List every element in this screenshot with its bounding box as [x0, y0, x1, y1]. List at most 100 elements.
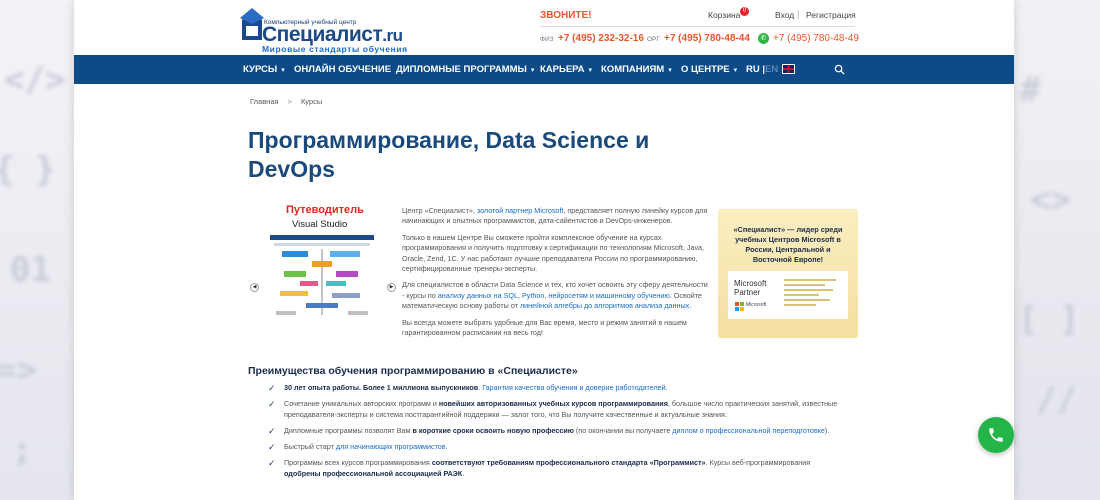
ms-line2: Partner [734, 288, 761, 297]
adv-text: . [665, 383, 668, 392]
phone-private[interactable]: +7 (495) 232-32-16 [558, 33, 644, 44]
background-right: # <> [ ] // [1014, 0, 1100, 500]
partner-card[interactable]: «Специалист» — лидер среди учебных Центр… [718, 209, 858, 338]
uk-flag-icon[interactable] [782, 64, 795, 74]
microsoft-partner-link[interactable]: золотой партнер Microsoft [477, 206, 564, 215]
nav-label: О ЦЕНТРЕ [681, 64, 730, 75]
nav-item-companies[interactable]: КОМПАНИЯМ ▾ [601, 55, 672, 84]
adv-bold: одобрены профессиональной ассоциацией РА… [284, 468, 463, 478]
checkmark-icon: ✓ [268, 399, 276, 410]
breadcrumb-separator: > [287, 97, 292, 106]
nav-label: ОНЛАЙН ОБУЧЕНИЕ [294, 64, 392, 75]
checkmark-icon: ✓ [268, 458, 276, 469]
intro-paragraph-3: Для специалистов в области Data Science … [402, 280, 708, 311]
adv-bold: в короткие сроки освоить новую профессию [412, 425, 574, 435]
intro-paragraph-2: Только в нашем Центре Вы сможете пройти … [402, 232, 705, 274]
beginners-link[interactable]: для начинающих программистов [336, 442, 446, 451]
nav-label: КОМПАНИЯМ [601, 64, 665, 75]
advantages-title: Преимущества обучения программированию в… [248, 365, 578, 377]
phone-whatsapp[interactable]: +7 (495) 780-48-49 [773, 33, 859, 44]
python-link[interactable]: Python [522, 291, 544, 300]
linear-algebra-link[interactable]: линейной алгебры до алгоритмов анализа д… [520, 301, 689, 310]
register-link[interactable]: Регистрация [806, 10, 856, 20]
adv-bold: 30 лет опыта работы. Более 1 миллиона вы… [284, 383, 479, 392]
quality-guarantee-link[interactable]: Гарантия качества обучения и доверие раб… [482, 383, 665, 392]
call-us-label: ЗВОНИТЕ! [540, 10, 592, 21]
background-left: </> { } 01 => ; [0, 0, 74, 500]
nav-label: КАРЬЕРА [540, 64, 585, 75]
cart-count-badge: 0 [740, 7, 749, 16]
adv-text: . [445, 442, 448, 452]
intro-paragraph-4: Вы всегда можете выбрать удобные для Вас… [402, 317, 687, 338]
phone-private-label: ФИЗ [540, 36, 554, 43]
lang-en[interactable]: EN [765, 64, 778, 75]
main-nav: КУРСЫ ▾ ОНЛАЙН ОБУЧЕНИЕ ДИПЛОМНЫЕ ПРОГРАМ… [74, 55, 1014, 84]
list-item: ✓ Сочетание уникальных авторских програм… [268, 399, 843, 420]
logo-tagline: Мировые стандарты обучения [262, 44, 408, 54]
callback-button[interactable] [978, 417, 1014, 453]
site-header: Компьютерный учебный центр Специалист.ru… [74, 0, 1014, 55]
chevron-down-icon: ▾ [733, 67, 738, 74]
list-item: ✓ Программы всех курсов программирования… [268, 458, 843, 479]
language-switcher[interactable]: RU |EN [746, 55, 778, 84]
microsoft-logo-icon [735, 302, 744, 311]
adv-bold: новейших авторизованных учебных курсов п… [438, 399, 668, 409]
ms-partner-name: Microsoft Partner [734, 279, 766, 297]
guide-slider: Путеводитель Visual Studio ◀ ▶ [248, 204, 398, 319]
site-logo[interactable]: Компьютерный учебный центр Специалист.ru… [240, 6, 410, 54]
lang-ru[interactable]: RU [746, 64, 760, 75]
intro-text: Центр «Специалист», золотой партнер Micr… [402, 206, 708, 344]
list-item: ✓ 30 лет опыта работы. Более 1 миллиона … [268, 383, 843, 393]
competency-lines [784, 279, 842, 309]
intro-text-span: . [689, 301, 692, 311]
phone-corp[interactable]: +7 (495) 780-48-44 [664, 33, 750, 44]
breadcrumb-current: Курсы [300, 97, 323, 106]
sql-analysis-link[interactable]: анализу данных на SQL [438, 291, 518, 300]
page-title: Программирование, Data Science и DevOps [248, 127, 650, 182]
list-item: ✓ Дипломные программы позволят Вам в кор… [268, 426, 843, 436]
slider-prev-button[interactable]: ◀ [250, 283, 259, 292]
nav-item-online[interactable]: ОНЛАЙН ОБУЧЕНИЕ [294, 55, 391, 84]
adv-bold: соответствуют требованиям профессиональн… [431, 458, 706, 468]
checkmark-icon: ✓ [268, 425, 276, 436]
nav-item-career[interactable]: КАРЬЕРА ▾ [540, 55, 592, 84]
adv-text: Дипломные программы позволят Вам [284, 425, 413, 435]
adv-text: . [462, 468, 465, 478]
adv-text: (по окончании вы получаете [573, 425, 673, 435]
adv-text: Быстрый старт [284, 442, 336, 452]
page-container: Компьютерный учебный центр Специалист.ru… [74, 0, 1014, 500]
list-item: ✓ Быстрый старт для начинающих программи… [268, 442, 843, 452]
login-link[interactable]: Вход [775, 10, 794, 20]
chevron-down-icon: ▾ [530, 67, 535, 74]
nav-item-courses[interactable]: КУРСЫ ▾ [243, 55, 285, 84]
logo-main-text: Специалист [262, 23, 383, 46]
guide-infographic[interactable] [270, 235, 374, 319]
adv-text: Программы всех курсов программирования [284, 458, 432, 468]
checkmark-icon: ✓ [268, 383, 276, 393]
partner-text: «Специалист» — лидер среди учебных Центр… [733, 225, 843, 264]
breadcrumb: Главная > Курсы [250, 97, 322, 106]
intro-paragraph-1: Центр «Специалист», золотой партнер Micr… [402, 206, 708, 227]
cart-link[interactable]: Корзина [708, 10, 740, 20]
breadcrumb-home[interactable]: Главная [250, 97, 279, 106]
adv-text: Сочетание уникальных авторских программ … [284, 399, 439, 409]
microsoft-partner-badge: Microsoft Partner Microsoft [728, 271, 848, 319]
advantages-list: ✓ 30 лет опыта работы. Более 1 миллиона … [268, 383, 843, 485]
auth-separator: | [797, 9, 800, 19]
nav-item-diploma[interactable]: ДИПЛОМНЫЕ ПРОГРАММЫ ▾ [396, 55, 534, 84]
whatsapp-icon: ✆ [758, 33, 769, 44]
intro-text-span: Центр «Специалист», [402, 206, 477, 215]
nav-item-about[interactable]: О ЦЕНТРЕ ▾ [681, 55, 737, 84]
search-icon[interactable] [834, 64, 845, 75]
chevron-down-icon: ▾ [281, 67, 285, 74]
guide-title: Путеводитель [286, 204, 364, 216]
nav-label: ДИПЛОМНЫЕ ПРОГРАММЫ [396, 64, 527, 75]
ms-wordmark: Microsoft [746, 302, 767, 308]
ml-link[interactable]: нейросетям и машинному обучению [548, 291, 669, 300]
checkmark-icon: ✓ [268, 442, 276, 453]
graduation-cap-icon [240, 8, 264, 40]
logo-domain: .ru [382, 26, 403, 45]
slider-next-button[interactable]: ▶ [387, 283, 396, 292]
diploma-link[interactable]: диплом о профессиональной переподготовке [672, 426, 825, 435]
ms-line1: Microsoft [734, 279, 767, 288]
